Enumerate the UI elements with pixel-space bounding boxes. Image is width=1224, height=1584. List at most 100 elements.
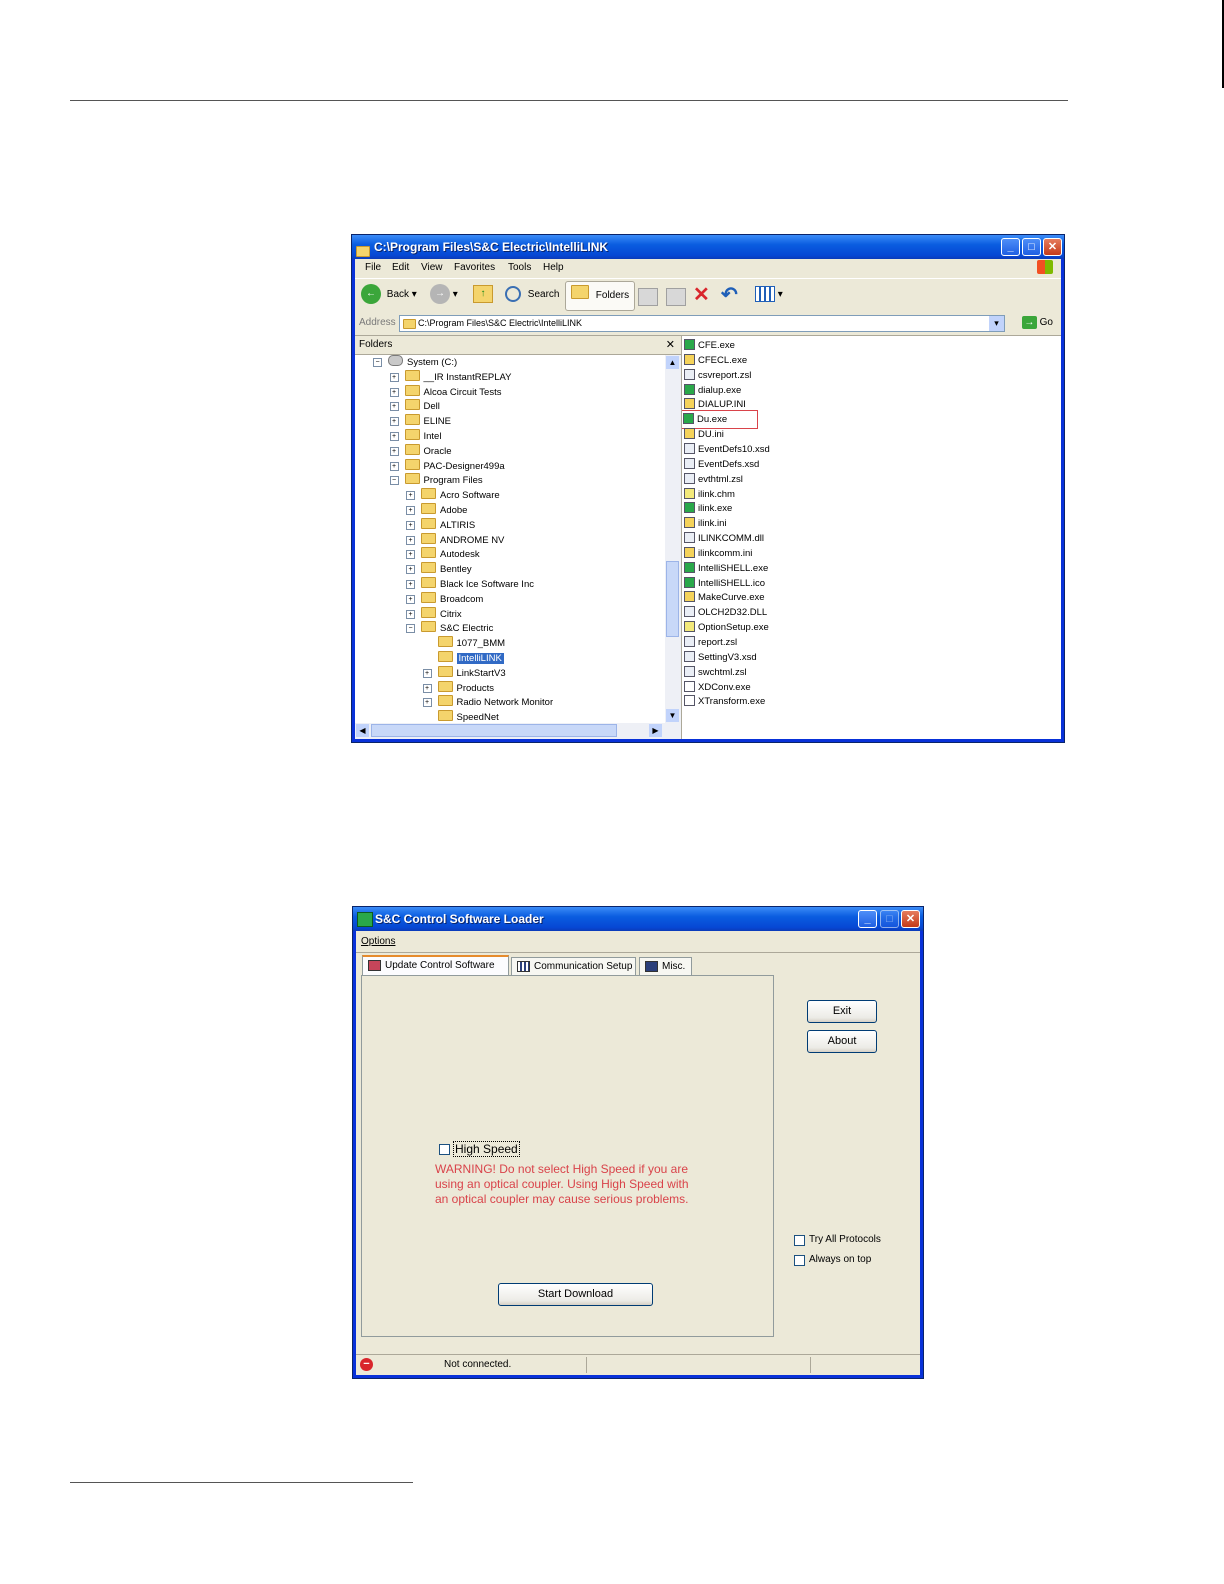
hscroll-thumb[interactable] <box>371 724 617 737</box>
menu-edit[interactable]: Edit <box>392 262 409 273</box>
start-download-button[interactable]: Start Download <box>498 1283 653 1306</box>
address-input[interactable]: C:\Program Files\S&C Electric\IntelliLIN… <box>399 315 1005 332</box>
expand-icon[interactable]: + <box>406 535 415 545</box>
exit-button[interactable]: Exit <box>807 1000 877 1023</box>
folders-vertical-scrollbar[interactable]: ▲ ▼ <box>665 355 681 723</box>
try-all-protocols-label[interactable]: Try All Protocols <box>809 1234 881 1245</box>
tab-communication-setup[interactable]: Communication Setup <box>511 957 636 975</box>
expand-icon[interactable]: + <box>389 417 399 427</box>
file-item[interactable]: OptionSetup.exe <box>684 620 769 635</box>
menu-tools[interactable]: Tools <box>508 262 531 273</box>
expand-icon[interactable]: + <box>389 402 399 412</box>
tree-item[interactable]: + ELINE <box>389 414 451 428</box>
scroll-up-arrow[interactable]: ▲ <box>666 356 679 369</box>
menu-favorites[interactable]: Favorites <box>454 262 495 273</box>
scroll-left-arrow[interactable]: ◀ <box>356 724 369 737</box>
views-button[interactable]: ▾ <box>755 284 783 306</box>
file-item[interactable]: XDConv.exe <box>684 680 751 695</box>
forward-button[interactable]: → ▾ <box>430 284 458 306</box>
tree-item[interactable]: + Acro Software <box>406 488 500 502</box>
collapse-icon[interactable]: − <box>406 624 415 634</box>
file-item[interactable]: MakeCurve.exe <box>684 590 765 605</box>
explorer-titlebar[interactable]: C:\Program Files\S&C Electric\IntelliLIN… <box>352 235 1064 259</box>
tree-item[interactable]: − Program Files <box>389 473 483 487</box>
always-on-top-checkbox[interactable] <box>794 1255 805 1266</box>
tree-item[interactable]: + Oracle <box>389 443 451 458</box>
tree-item[interactable]: + Radio Network Monitor <box>422 695 553 709</box>
file-item[interactable]: OLCH2D32.DLL <box>684 605 767 620</box>
file-item[interactable]: csvreport.zsl <box>684 368 751 383</box>
expand-icon[interactable]: + <box>389 387 399 397</box>
tree-item[interactable]: + ANDROME NV <box>406 532 504 547</box>
folders-button[interactable]: Folders <box>565 281 636 311</box>
maximize-button[interactable]: □ <box>1022 238 1041 256</box>
close-folders-pane-icon[interactable]: ✕ <box>666 336 675 354</box>
tree-item[interactable]: + ALTIRIS <box>406 517 475 532</box>
loader-titlebar[interactable]: S&C Control Software Loader _ □ ✕ <box>353 907 923 931</box>
undo-icon[interactable]: ↶ <box>721 284 738 306</box>
expand-icon[interactable]: + <box>406 506 415 515</box>
scroll-down-arrow[interactable]: ▼ <box>666 709 679 722</box>
tree-item[interactable]: + Black Ice Software Inc <box>406 577 534 591</box>
expand-icon[interactable]: + <box>422 668 432 678</box>
menu-view[interactable]: View <box>421 262 443 273</box>
tree-item[interactable]: + Dell <box>389 399 440 413</box>
go-button[interactable]: → Go <box>1021 316 1053 329</box>
expand-icon[interactable]: + <box>406 594 415 604</box>
high-speed-checkbox[interactable] <box>439 1144 450 1155</box>
expand-icon[interactable]: + <box>422 698 432 708</box>
scroll-right-arrow[interactable]: ▶ <box>649 724 662 737</box>
high-speed-label[interactable]: High Speed <box>453 1141 520 1157</box>
tree-item[interactable]: + Products <box>422 680 494 695</box>
file-item[interactable]: EventDefs10.xsd <box>684 442 770 457</box>
collapse-icon[interactable]: − <box>373 358 382 367</box>
tree-item[interactable]: IntelliLINK <box>423 651 504 665</box>
move-to-icon[interactable] <box>638 288 658 306</box>
file-item[interactable]: ilink.ini <box>684 516 727 531</box>
file-item[interactable]: SettingV3.xsd <box>684 650 757 665</box>
file-item[interactable]: EventDefs.xsd <box>684 457 759 472</box>
file-item[interactable]: DU.ini <box>684 427 724 442</box>
file-item[interactable]: IntelliSHELL.exe <box>684 561 768 576</box>
expand-icon[interactable]: + <box>389 446 399 456</box>
tree-item[interactable]: + __IR InstantREPLAY <box>389 369 512 384</box>
file-item[interactable]: evthtml.zsl <box>684 472 743 487</box>
always-on-top-label[interactable]: Always on top <box>809 1254 871 1265</box>
up-folder-button[interactable]: ↑ <box>473 284 493 306</box>
tree-item[interactable]: + Adobe <box>406 503 467 517</box>
expand-icon[interactable]: + <box>406 520 415 530</box>
menu-help[interactable]: Help <box>543 262 564 273</box>
file-item[interactable]: ILINKCOMM.dll <box>684 531 764 546</box>
file-item[interactable]: XTransform.exe <box>684 694 765 709</box>
tree-item[interactable]: + Bentley <box>406 562 472 576</box>
menu-options[interactable]: Options <box>361 936 395 947</box>
loader-minimize-button[interactable]: _ <box>858 910 877 928</box>
expand-icon[interactable]: + <box>389 432 399 441</box>
loader-close-button[interactable]: ✕ <box>901 910 920 928</box>
expand-icon[interactable]: + <box>389 372 399 382</box>
file-item[interactable]: report.zsl <box>684 635 737 650</box>
tree-item[interactable]: 1077_BMM <box>423 636 505 650</box>
tree-item[interactable]: + Autodesk <box>406 547 480 561</box>
expand-icon[interactable]: + <box>389 461 399 471</box>
expand-icon[interactable]: + <box>406 565 415 575</box>
minimize-button[interactable]: _ <box>1001 238 1020 256</box>
file-item[interactable]: ilink.exe <box>684 501 732 516</box>
collapse-icon[interactable]: − <box>389 476 399 486</box>
delete-icon[interactable]: ✕ <box>693 284 710 306</box>
copy-to-icon[interactable] <box>666 288 686 306</box>
about-button[interactable]: About <box>807 1030 877 1053</box>
expand-icon[interactable]: + <box>406 550 415 560</box>
tab-misc[interactable]: Misc. <box>639 957 692 975</box>
tab-update-control-software[interactable]: Update Control Software <box>362 955 509 976</box>
file-item[interactable]: ilinkcomm.ini <box>684 546 752 561</box>
tree-item[interactable]: + LinkStartV3 <box>422 665 506 680</box>
expand-icon[interactable]: + <box>406 580 415 589</box>
tree-item[interactable]: + Citrix <box>406 606 462 621</box>
expand-icon[interactable]: + <box>406 609 415 619</box>
search-button[interactable]: Search <box>505 284 559 306</box>
try-all-protocols-checkbox[interactable] <box>794 1235 805 1246</box>
tree-item[interactable]: + Alcoa Circuit Tests <box>389 384 501 399</box>
file-item[interactable]: ilink.chm <box>684 487 735 502</box>
file-item[interactable]: dialup.exe <box>684 383 741 398</box>
